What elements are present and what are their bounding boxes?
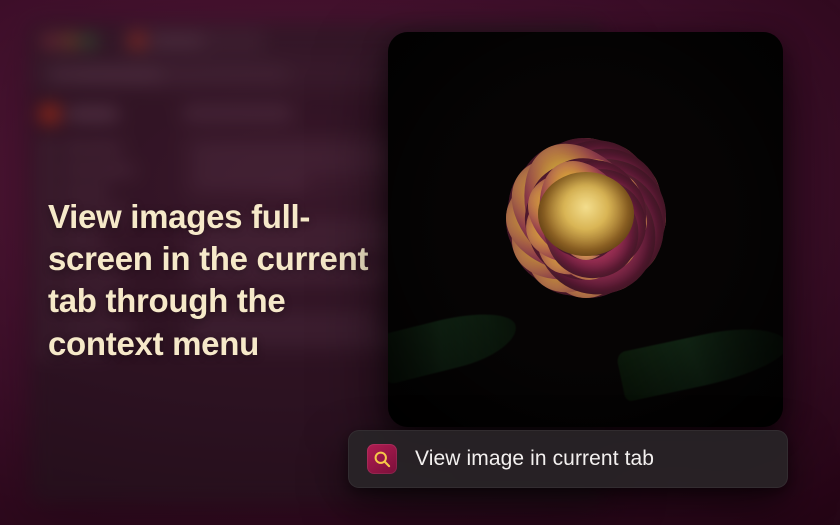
traffic-light-minimize-icon [64, 35, 75, 46]
context-menu-item-view-image[interactable]: View image in current tab [348, 430, 788, 488]
site-logo-icon [41, 105, 59, 123]
traffic-light-zoom-icon [83, 35, 94, 46]
context-menu-item-label: View image in current tab [415, 447, 654, 471]
magnifier-icon [367, 444, 397, 474]
tab-favicon-icon [131, 35, 143, 47]
lock-icon [55, 70, 63, 78]
promo-headline: View images full-screen in the current t… [48, 196, 408, 365]
flower-core [538, 172, 634, 256]
preview-image [388, 32, 783, 427]
traffic-light-close-icon [45, 35, 56, 46]
address-bar [45, 65, 290, 83]
browser-tab [121, 28, 264, 52]
